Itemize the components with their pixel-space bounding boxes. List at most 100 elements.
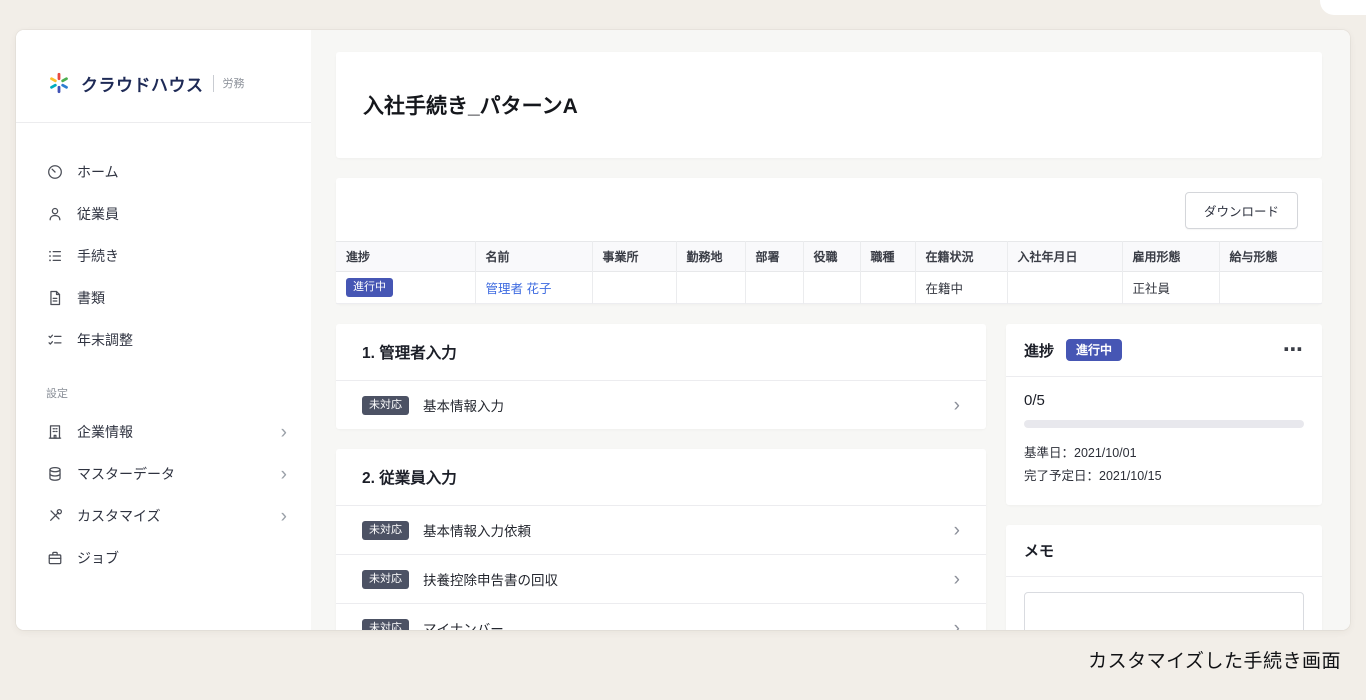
sidebar-item-employees[interactable]: 従業員 [46,193,291,235]
section-employee-input: 2. 従業員入力 未対応 基本情報入力依頼 › 未対応 扶養控除申告書の回収 ›… [336,449,986,630]
sidebar-item-label: マスターデータ [77,464,175,484]
due-date: 完了予定日：2021/10/15 [1024,465,1304,488]
sidebar: クラウドハウス 労務 ホーム 従業員 [16,30,311,630]
settings-section-label: 設定 [46,385,291,401]
chevron-right-icon: › [954,396,960,415]
progress-panel-header: 進捗 進行中 ⋯ [1006,324,1322,377]
memo-input[interactable] [1024,592,1304,630]
side-panels-column: 進捗 進行中 ⋯ 0/5 基準日：2021/10/01 完了予定日：2021/1… [1006,324,1322,630]
table-header-row: 進捗 名前 事業所 勤務地 部署 役職 職種 在籍状況 入社年月日 雇用形態 給… [336,242,1322,272]
person-icon [46,205,64,223]
chevron-right-icon: › [954,521,960,540]
employee-name-link[interactable]: 管理者 花子 [486,282,552,296]
progress-dates: 基準日：2021/10/01 完了予定日：2021/10/15 [1024,442,1304,487]
status-badge: 未対応 [362,570,409,589]
more-options-icon[interactable]: ⋯ [1283,344,1304,356]
progress-panel-title: 進捗 [1024,340,1054,361]
employee-table-card: ダウンロード 進捗 名前 事業所 勤務地 部署 役職 職種 [336,178,1322,304]
progress-count: 0/5 [1024,392,1304,409]
column-header-employment-type: 雇用形態 [1122,242,1219,272]
section-admin-input: 1. 管理者入力 未対応 基本情報入力 › [336,324,986,429]
base-date: 基準日：2021/10/01 [1024,442,1304,465]
logo-block: クラウドハウス 労務 [16,30,311,123]
sidebar-item-master-data[interactable]: マスターデータ › [46,453,291,495]
memo-panel-body [1006,577,1322,630]
checklist-icon [46,331,64,349]
sidebar-item-label: 企業情報 [77,422,133,442]
sidebar-item-company-info[interactable]: 企業情報 › [46,411,291,453]
cell-employment-type: 正社員 [1122,272,1219,304]
sidebar-item-procedures[interactable]: 手続き [46,235,291,277]
decorative-corner [1320,0,1366,15]
sidebar-nav: ホーム 従業員 手続き 書類 [16,123,311,579]
chevron-right-icon: › [281,465,291,484]
page-title-card: 入社手続き_パターンA [336,52,1322,158]
status-badge: 未対応 [362,396,409,415]
image-caption: カスタマイズした手続き画面 [1088,646,1341,673]
column-header-job-type: 職種 [860,242,915,272]
cell-position [803,272,860,304]
employee-table: 進捗 名前 事業所 勤務地 部署 役職 職種 在籍状況 入社年月日 雇用形態 給… [336,241,1322,304]
database-icon [46,465,64,483]
sidebar-item-documents[interactable]: 書類 [46,277,291,319]
sidebar-item-label: 年末調整 [77,330,133,350]
column-header-salary-type: 給与形態 [1219,242,1322,272]
list-icon [46,247,64,265]
sidebar-item-home[interactable]: ホーム [46,151,291,193]
sidebar-item-label: 手続き [77,246,119,266]
chevron-right-icon: › [281,507,291,526]
column-header-enrollment: 在籍状況 [915,242,1007,272]
column-header-office: 事業所 [592,242,676,272]
status-badge: 未対応 [362,619,409,631]
cell-name: 管理者 花子 [475,272,592,304]
chevron-right-icon: › [954,570,960,589]
employee-row: 進行中 管理者 花子 在籍中 正社員 [336,272,1322,304]
sidebar-item-label: ジョブ [77,548,119,568]
section-title: 2. 従業員入力 [336,449,986,506]
app-window: クラウドハウス 労務 ホーム 従業員 [16,30,1350,630]
section-title: 1. 管理者入力 [336,324,986,381]
logo-text: クラウドハウス [81,71,204,96]
progress-panel: 進捗 進行中 ⋯ 0/5 基準日：2021/10/01 完了予定日：2021/1… [1006,324,1322,505]
steps-column: 1. 管理者入力 未対応 基本情報入力 › 2. 従業員入力 未対応 基本情報入… [336,324,986,630]
column-header-name: 名前 [475,242,592,272]
progress-panel-body: 0/5 基準日：2021/10/01 完了予定日：2021/10/15 [1006,377,1322,505]
briefcase-icon [46,549,64,567]
document-icon [46,289,64,307]
cell-salary-type [1219,272,1322,304]
cell-hire-date [1007,272,1122,304]
column-header-work-location: 勤務地 [676,242,745,272]
download-button[interactable]: ダウンロード [1185,192,1298,229]
step-item-basic-info[interactable]: 未対応 基本情報入力 › [336,381,986,429]
chevron-right-icon: › [281,423,291,442]
app-logo-icon [46,70,72,96]
step-item-basic-info-request[interactable]: 未対応 基本情報入力依頼 › [336,506,986,555]
column-header-position: 役職 [803,242,860,272]
cell-department [745,272,803,304]
app-logo: クラウドハウス 労務 [46,70,291,96]
sidebar-item-jobs[interactable]: ジョブ [46,537,291,579]
home-gauge-icon [46,163,64,181]
column-header-progress: 進捗 [336,242,475,272]
step-item-my-number[interactable]: 未対応 マイナンバー › [336,604,986,630]
cell-progress: 進行中 [336,272,475,304]
step-item-dependent-deduction[interactable]: 未対応 扶養控除申告書の回収 › [336,555,986,604]
progress-bar [1024,420,1304,428]
status-badge: 進行中 [346,278,393,297]
memo-panel-header: メモ [1006,525,1322,577]
tools-icon [46,507,64,525]
sidebar-item-label: ホーム [77,162,119,182]
sidebar-item-yearend[interactable]: 年末調整 [46,319,291,361]
cell-work-location [676,272,745,304]
sidebar-item-customize[interactable]: カスタマイズ › [46,495,291,537]
status-badge: 進行中 [1066,339,1122,361]
table-toolbar: ダウンロード [336,192,1322,241]
building-icon [46,423,64,441]
sidebar-item-label: カスタマイズ [77,506,161,526]
main-content: 入社手続き_パターンA ダウンロード 進捗 名前 事業所 勤務地 [311,30,1350,630]
cell-enrollment: 在籍中 [915,272,1007,304]
logo-divider [213,75,214,92]
page-title: 入社手続き_パターンA [363,90,578,120]
chevron-right-icon: › [954,619,960,631]
cell-job-type [860,272,915,304]
